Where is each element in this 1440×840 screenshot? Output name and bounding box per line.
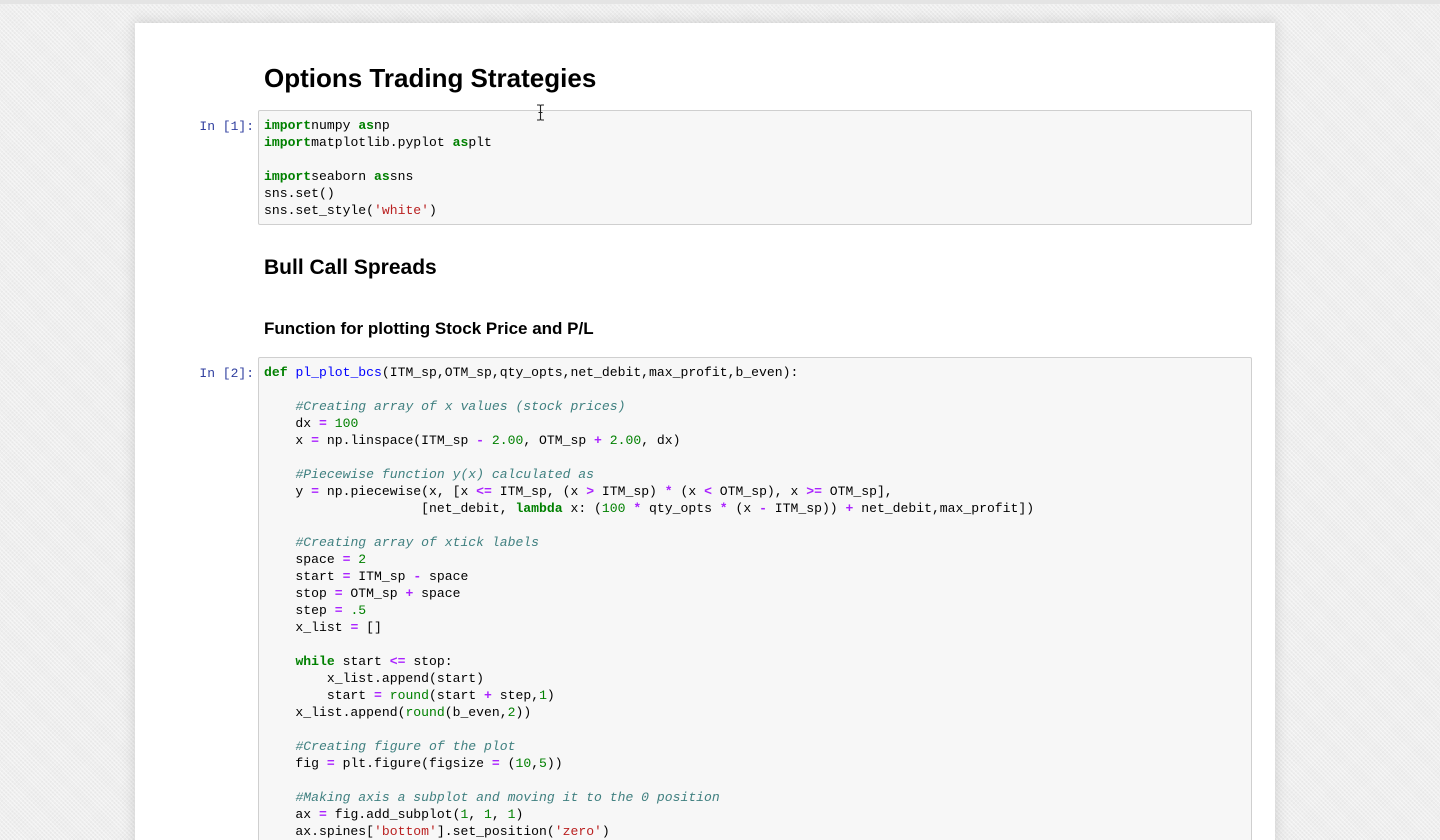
notebook-title: Options Trading Strategies [264,63,597,93]
code-line: x_list = [] [264,620,382,635]
code-line: #Creating array of x values (stock price… [295,399,626,414]
code-line: x_list.append(start) [264,671,485,686]
code-line: #Piecewise function y(x) calculated as [295,467,595,482]
code-line: x = np.linspace(ITM_sp - 2.00, OTM_sp + … [264,433,681,448]
code-line: space = 2 [264,552,367,567]
code-line: dx = 100 [264,416,359,431]
code-line: y = np.piecewise(x, [x <= ITM_sp, (x > I… [264,484,893,499]
code-line: while start <= stop: [295,654,453,669]
heading-bull-call-spreads: Bull Call Spreads [264,256,437,279]
code-line: #Making axis a subplot and moving it to … [295,790,720,805]
cell-prompt-1: In [1]: [199,119,254,134]
code-line: sns.set_style('white') [264,203,437,218]
code-line: ax.spines['bottom'].set_position('zero') [264,824,610,839]
code-line: def pl_plot_bcs(ITM_sp,OTM_sp,qty_opts,n… [264,365,799,380]
code-input-1[interactable]: importnumpy asnp importmatplotlib.pyplot … [258,110,1252,225]
code-input-2[interactable]: def pl_plot_bcs(ITM_sp,OTM_sp,qty_opts,n… [258,357,1252,840]
i-beam-cursor-icon [537,104,544,121]
code-line: #Creating figure of the plot [295,739,516,754]
code-line: fig = plt.figure(figsize = (10,5)) [264,756,563,771]
code-line: importmatplotlib.pyplot asplt [264,135,492,150]
code-line: [net_debit, lambda x: (100 * qty_opts * … [264,501,1035,516]
code-line: start = ITM_sp - space [264,569,469,584]
code-line: ax = fig.add_subplot(1, 1, 1) [264,807,524,822]
code-line: stop = OTM_sp + space [264,586,461,601]
code-line: step = .5 [264,603,367,618]
window-top-strip [0,0,1440,4]
code-line: start = round(start + step,1) [264,688,555,703]
code-line: x_list.append(round(b_even,2)) [264,705,532,720]
code-line: importnumpy asnp [264,118,390,133]
code-line: importseaborn assns [264,169,414,184]
cell-prompt-2: In [2]: [199,366,254,381]
code-line: #Creating array of xtick labels [295,535,540,550]
code-line: sns.set() [264,186,335,201]
notebook-container: Options Trading Strategies In [1]: impor… [135,23,1275,840]
heading-plot-function: Function for plotting Stock Price and P/… [264,319,594,338]
